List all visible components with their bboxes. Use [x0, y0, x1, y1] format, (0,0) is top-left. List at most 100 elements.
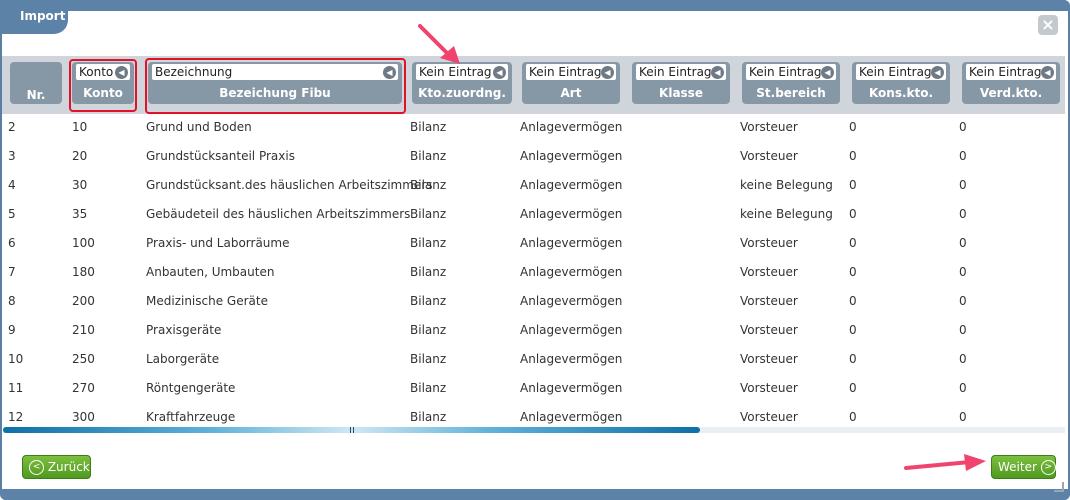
- chevron-left-icon[interactable]: ◀: [601, 66, 614, 79]
- table-row[interactable]: 11 270 Röntgengeräte Bilanz Anlagevermög…: [2, 374, 1065, 403]
- cell-art: Anlagevermögen: [520, 294, 623, 308]
- column-mapping-select-klasse[interactable]: Kein Eintrag ◀: [636, 64, 726, 80]
- cell-art: Anlagevermögen: [520, 236, 623, 250]
- cell-verd-kto: 0: [959, 149, 967, 163]
- column-header-art: Kein Eintrag ◀ Art: [522, 62, 620, 104]
- table-row[interactable]: 5 35 Gebäudeteil des häuslichen Arbeitsz…: [2, 200, 1065, 229]
- cell-nr: 6: [8, 236, 16, 250]
- back-button-label: Zurück: [47, 460, 90, 474]
- dialog-titlebar: [0, 0, 1070, 11]
- cell-nr: 12: [8, 410, 24, 424]
- cell-art: Anlagevermögen: [520, 207, 623, 221]
- cell-nr: 2: [8, 120, 16, 134]
- cell-konto: 270: [72, 381, 95, 395]
- grip-icon[interactable]: [350, 427, 354, 433]
- column-header-kto-zuordng: Kein Eintrag ◀ Kto.zuordng.: [412, 62, 512, 104]
- cell-bezeichnung: Medizinische Geräte: [146, 294, 268, 308]
- cell-st-bereich: Vorsteuer: [740, 410, 798, 424]
- cell-kons-kto: 0: [849, 236, 857, 250]
- cell-kons-kto: 0: [849, 207, 857, 221]
- column-mapping-select-verd-kto[interactable]: Kein Eintrag ◀: [966, 64, 1056, 80]
- dialog-bottombar: [0, 489, 1070, 500]
- chevron-left-icon[interactable]: ◀: [931, 66, 944, 79]
- cell-kto-zuordng: Bilanz: [410, 352, 447, 366]
- cell-st-bereich: Vorsteuer: [740, 294, 798, 308]
- table-row[interactable]: 4 30 Grundstücksant.des häuslichen Arbei…: [2, 171, 1065, 200]
- table-row[interactable]: 8 200 Medizinische Geräte Bilanz Anlagev…: [2, 287, 1065, 316]
- cell-konto: 10: [72, 120, 88, 134]
- resize-handle-icon[interactable]: [1054, 482, 1064, 492]
- cell-konto: 30: [72, 178, 88, 192]
- cell-bezeichnung: Anbauten, Umbauten: [146, 265, 275, 279]
- chevron-left-icon[interactable]: ◀: [1041, 66, 1054, 79]
- next-button-label: Weiter: [998, 460, 1037, 474]
- table-row[interactable]: 3 20 Grundstücksanteil Praxis Bilanz Anl…: [2, 142, 1065, 171]
- cell-st-bereich: Vorsteuer: [740, 120, 798, 134]
- cell-art: Anlagevermögen: [520, 381, 623, 395]
- cell-kons-kto: 0: [849, 120, 857, 134]
- column-label-klasse: Klasse: [659, 86, 703, 100]
- table-body[interactable]: 2 10 Grund und Boden Bilanz Anlagevermög…: [2, 113, 1065, 427]
- chevron-left-icon[interactable]: ◀: [821, 66, 834, 79]
- next-button[interactable]: Weiter >: [991, 455, 1056, 479]
- cell-st-bereich: Vorsteuer: [740, 265, 798, 279]
- cell-konto: 100: [72, 236, 95, 250]
- cell-bezeichnung: Röntgengeräte: [146, 381, 236, 395]
- cell-st-bereich: Vorsteuer: [740, 149, 798, 163]
- highlight-box-konto: [69, 59, 137, 112]
- table-row[interactable]: 7 180 Anbauten, Umbauten Bilanz Anlageve…: [2, 258, 1065, 287]
- back-button[interactable]: < Zurück: [22, 455, 91, 479]
- cell-konto: 250: [72, 352, 95, 366]
- cell-art: Anlagevermögen: [520, 323, 623, 337]
- column-header-kons-kto: Kein Eintrag ◀ Kons.kto.: [852, 62, 950, 104]
- table-row[interactable]: 12 300 Kraftfahrzeuge Bilanz Anlagevermö…: [2, 403, 1065, 427]
- cell-bezeichnung: Laborgeräte: [146, 352, 220, 366]
- cell-verd-kto: 0: [959, 352, 967, 366]
- table-row[interactable]: 2 10 Grund und Boden Bilanz Anlagevermög…: [2, 113, 1065, 142]
- chevron-left-icon[interactable]: ◀: [493, 66, 506, 79]
- chevron-left-icon[interactable]: ◀: [711, 66, 724, 79]
- column-mapping-select-st-bereich[interactable]: Kein Eintrag ◀: [746, 64, 836, 80]
- cell-bezeichnung: Praxisgeräte: [146, 323, 222, 337]
- close-icon[interactable]: ×: [1038, 15, 1058, 35]
- cell-verd-kto: 0: [959, 265, 967, 279]
- cell-verd-kto: 0: [959, 207, 967, 221]
- cell-art: Anlagevermögen: [520, 410, 623, 424]
- cell-art: Anlagevermögen: [520, 120, 623, 134]
- cell-konto: 35: [72, 207, 88, 221]
- cell-art: Anlagevermögen: [520, 149, 623, 163]
- table-row[interactable]: 6 100 Praxis- und Laborräume Bilanz Anla…: [2, 229, 1065, 258]
- cell-kons-kto: 0: [849, 381, 857, 395]
- column-mapping-select-kons-kto[interactable]: Kein Eintrag ◀: [856, 64, 946, 80]
- cell-nr: 5: [8, 207, 16, 221]
- cell-st-bereich: Vorsteuer: [740, 323, 798, 337]
- table-row[interactable]: 10 250 Laborgeräte Bilanz Anlagevermögen…: [2, 345, 1065, 374]
- cell-kons-kto: 0: [849, 294, 857, 308]
- cell-art: Anlagevermögen: [520, 265, 623, 279]
- cell-verd-kto: 0: [959, 236, 967, 250]
- horizontal-scrollbar[interactable]: [3, 427, 1065, 433]
- cell-verd-kto: 0: [959, 120, 967, 134]
- column-mapping-select-art[interactable]: Kein Eintrag ◀: [526, 64, 616, 80]
- cell-kons-kto: 0: [849, 323, 857, 337]
- cell-kons-kto: 0: [849, 265, 857, 279]
- cell-st-bereich: Vorsteuer: [740, 352, 798, 366]
- cell-st-bereich: Vorsteuer: [740, 381, 798, 395]
- cell-kto-zuordng: Bilanz: [410, 294, 447, 308]
- column-header-st-bereich: Kein Eintrag ◀ St.bereich: [742, 62, 840, 104]
- column-label-st-bereich: St.bereich: [756, 86, 826, 100]
- cell-konto: 180: [72, 265, 95, 279]
- cell-bezeichnung: Kraftfahrzeuge: [146, 410, 236, 424]
- cell-kto-zuordng: Bilanz: [410, 207, 447, 221]
- cell-verd-kto: 0: [959, 381, 967, 395]
- column-label-kto-zuordng: Kto.zuordng.: [418, 86, 506, 100]
- table-row[interactable]: 9 210 Praxisgeräte Bilanz Anlagevermögen…: [2, 316, 1065, 345]
- chevron-left-icon: <: [29, 460, 44, 475]
- cell-kto-zuordng: Bilanz: [410, 236, 447, 250]
- cell-art: Anlagevermögen: [520, 178, 623, 192]
- cell-konto: 300: [72, 410, 95, 424]
- cell-nr: 4: [8, 178, 16, 192]
- annotation-arrow-icon: [418, 24, 460, 64]
- cell-konto: 20: [72, 149, 88, 163]
- cell-bezeichnung: Gebäudeteil des häuslichen Arbeitszimmer…: [146, 207, 411, 221]
